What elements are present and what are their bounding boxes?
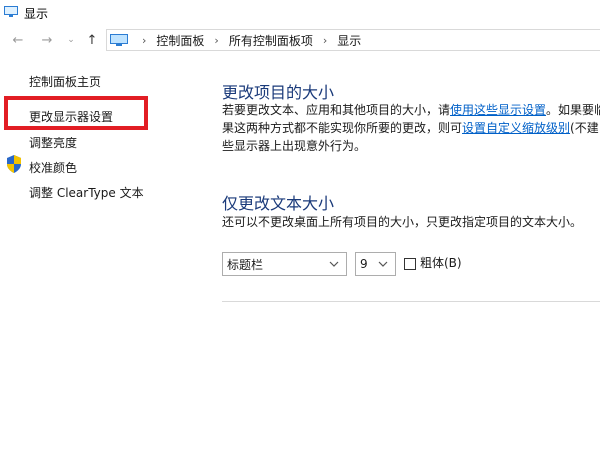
custom-scaling-link[interactable]: 设置自定义缩放级别	[462, 121, 570, 135]
font-size-select[interactable]: 9	[355, 252, 396, 276]
forward-arrow-icon[interactable]: →	[38, 31, 56, 49]
section1-line3: 些显示器上出现意外行为。	[222, 139, 367, 153]
title-bar: 显示	[0, 0, 600, 26]
divider	[222, 301, 600, 302]
up-arrow-icon[interactable]: ↑	[83, 31, 101, 49]
section1-line1: 若要更改文本、应用和其他项目的大小，请使用这些显示设置。如果要临	[222, 103, 600, 117]
control-panel-icon	[110, 33, 128, 46]
section2-description: 还可以不更改桌面上所有项目的大小，只更改指定项目的文本大小。	[222, 215, 583, 229]
section-title-change-text-size: 仅更改文本大小	[222, 194, 335, 213]
sidebar-item-home[interactable]: 控制面板主页	[29, 73, 101, 90]
address-bar[interactable]: › 控制面板 › 所有控制面板项 › 显示	[106, 29, 600, 51]
chevron-right-icon: ›	[214, 33, 219, 47]
navigation-bar: ← → ⌄ ↑ › 控制面板 › 所有控制面板项 › 显示	[0, 27, 600, 53]
breadcrumb-control-panel[interactable]: 控制面板	[156, 32, 204, 49]
display-settings-link[interactable]: 使用这些显示设置	[450, 103, 546, 117]
breadcrumb-display[interactable]: 显示	[337, 32, 361, 49]
sidebar-item-brightness[interactable]: 调整亮度	[29, 137, 77, 151]
back-arrow-icon[interactable]: ←	[9, 31, 27, 49]
window-title: 显示	[24, 7, 49, 21]
section1-line2: 果这两种方式都不能实现你所要的更改，则可设置自定义缩放级别(不建	[222, 121, 599, 135]
chevron-right-icon: ›	[142, 33, 147, 47]
sidebar-item-calibrate-color[interactable]: 校准颜色	[29, 159, 77, 176]
item-type-select[interactable]: 标题栏	[222, 252, 347, 276]
breadcrumb-all-items[interactable]: 所有控制面板项	[229, 32, 313, 49]
chevron-right-icon: ›	[322, 33, 328, 47]
shield-icon	[7, 155, 21, 173]
chevron-down-icon	[378, 261, 388, 267]
bold-checkbox[interactable]	[404, 258, 416, 270]
sidebar-item-cleartype[interactable]: 调整 ClearType 文本	[29, 184, 144, 201]
recent-chevron-down-icon[interactable]: ⌄	[62, 31, 80, 49]
sidebar-item-change-display-settings[interactable]: 更改显示器设置	[29, 108, 113, 125]
bold-label: 粗体(B)	[420, 256, 462, 270]
section-title-change-item-size: 更改项目的大小	[222, 83, 335, 102]
chevron-down-icon	[329, 261, 339, 267]
display-icon	[4, 6, 18, 17]
